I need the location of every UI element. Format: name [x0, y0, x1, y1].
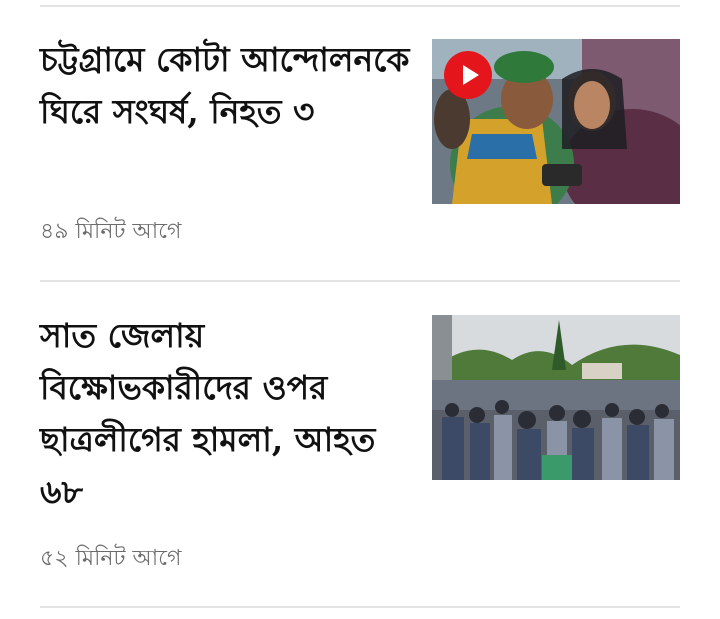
- article-divider: [40, 280, 680, 282]
- article-thumbnail[interactable]: [432, 315, 680, 480]
- top-divider: [40, 5, 680, 7]
- news-card-1[interactable]: চট্টগ্রামে কোটা আন্দোলনকে ঘিরে সংঘর্ষ, ন…: [40, 38, 680, 258]
- news-card-2[interactable]: সাত জেলায় বিক্ষোভকারীদের ওপর ছাত্রলীগের…: [40, 314, 680, 584]
- thumbnail-photo-crowd: [432, 315, 680, 480]
- article-headline[interactable]: সাত জেলায় বিক্ষোভকারীদের ওপর ছাত্রলীগের…: [40, 310, 410, 518]
- article-thumbnail[interactable]: [432, 39, 680, 204]
- bottom-divider: [40, 606, 680, 608]
- article-timestamp: ৫২ মিনিট আগে: [40, 546, 182, 571]
- article-timestamp: ৪৯ মিনিট আগে: [40, 219, 182, 244]
- play-icon: [462, 65, 479, 85]
- article-headline[interactable]: চট্টগ্রামে কোটা আন্দোলনকে ঘিরে সংঘর্ষ, ন…: [40, 34, 410, 138]
- play-button[interactable]: [444, 51, 492, 99]
